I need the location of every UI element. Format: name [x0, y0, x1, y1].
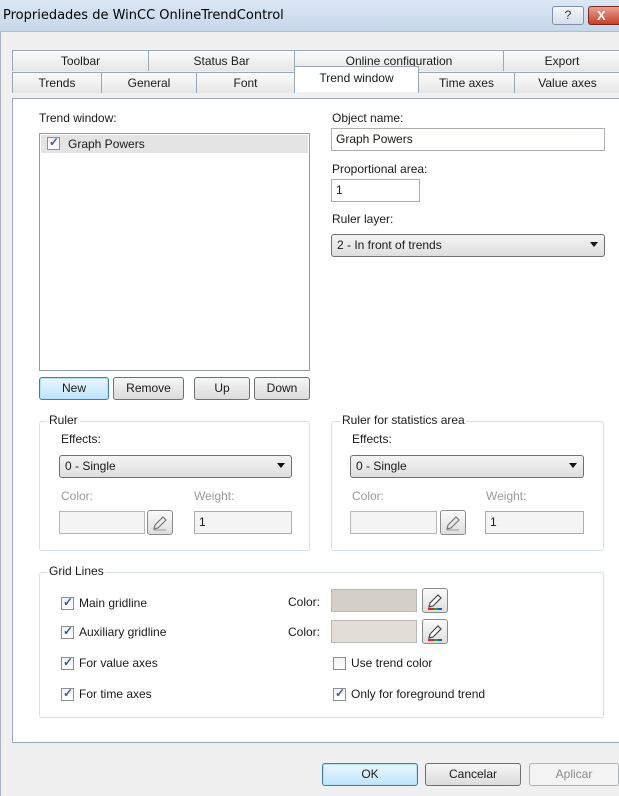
tab-toolbar[interactable]: Toolbar	[12, 50, 149, 71]
only-foreground-checkbox[interactable]: ✓	[333, 686, 346, 701]
tab-font[interactable]: Font	[196, 72, 295, 93]
cancel-button[interactable]: Cancelar	[425, 763, 521, 786]
ruler-weight-label: Weight:	[194, 489, 235, 503]
list-item-label: Graph Powers	[68, 137, 145, 151]
ruler-stats-group-title: Ruler for statistics area	[340, 413, 467, 427]
auxiliary-gridline-checkbox[interactable]: ✓	[61, 624, 74, 639]
auxiliary-gridline-color-swatch	[331, 620, 417, 643]
chevron-down-icon	[590, 242, 598, 247]
main-gridline-label: Main gridline	[79, 596, 148, 610]
title-bar: Propriedades de WinCC OnlineTrendControl…	[0, 0, 619, 32]
color-picker-icon	[153, 516, 167, 531]
close-button[interactable]: X	[588, 6, 619, 25]
trend-window-label: Trend window:	[39, 111, 117, 125]
window-title: Propriedades de WinCC OnlineTrendControl	[3, 8, 284, 23]
tab-export[interactable]: Export	[503, 50, 619, 71]
ruler-color-label: Color:	[61, 489, 94, 503]
ruler-layer-select[interactable]: 2 - In front of trends	[331, 234, 605, 257]
for-value-axes-label: For value axes	[79, 656, 158, 670]
color-picker-icon	[428, 625, 442, 641]
color-picker-icon	[428, 594, 442, 610]
ruler-effects-value: 0 - Single	[65, 459, 116, 473]
use-trend-color-label: Use trend color	[351, 656, 433, 670]
ruler-stats-color-picker-button[interactable]	[440, 510, 466, 535]
ruler-stats-effects-label: Effects:	[352, 432, 392, 446]
ruler-color-picker-button[interactable]	[147, 510, 173, 535]
main-gridline-checkbox[interactable]: ✓	[61, 595, 74, 610]
main-gridline-color-picker-button[interactable]	[422, 588, 448, 613]
grid-lines-group-title: Grid Lines	[47, 564, 106, 578]
help-button[interactable]: ?	[552, 6, 584, 25]
apply-button[interactable]: Aplicar	[529, 763, 619, 786]
for-value-axes-checkbox[interactable]: ✓	[61, 655, 74, 670]
ruler-stats-color-swatch	[350, 511, 437, 534]
ruler-layer-label: Ruler layer:	[332, 212, 394, 226]
up-button[interactable]: Up	[194, 377, 250, 400]
main-gridline-color-swatch	[331, 589, 417, 612]
ok-button[interactable]: OK	[322, 763, 418, 786]
proportional-area-label: Proportional area:	[332, 162, 428, 176]
ruler-color-swatch	[59, 511, 145, 534]
ruler-group-title: Ruler	[47, 413, 80, 427]
tab-value-axes[interactable]: Value axes	[514, 72, 619, 93]
chevron-down-icon	[569, 463, 577, 468]
ruler-stats-effects-select[interactable]: 0 - Single	[350, 455, 584, 478]
auxiliary-gridline-color-label: Color:	[288, 625, 321, 639]
trend-window-list[interactable]: ✓ Graph Powers	[39, 133, 310, 371]
chevron-down-icon	[277, 463, 285, 468]
tab-trend-window[interactable]: Trend window	[294, 66, 419, 92]
for-time-axes-checkbox[interactable]: ✓	[61, 686, 74, 701]
ruler-stats-weight-label: Weight:	[486, 489, 527, 503]
for-time-axes-label: For time axes	[79, 687, 152, 701]
ruler-stats-color-label: Color:	[352, 489, 385, 503]
ruler-layer-value: 2 - In front of trends	[337, 238, 442, 252]
tab-time-axes[interactable]: Time axes	[418, 72, 515, 93]
auxiliary-gridline-color-picker-button[interactable]	[422, 619, 448, 644]
use-trend-color-checkbox[interactable]	[333, 657, 346, 670]
list-item[interactable]: ✓ Graph Powers	[41, 135, 308, 153]
tab-general[interactable]: General	[101, 72, 197, 93]
main-gridline-color-label: Color:	[288, 595, 321, 609]
down-button[interactable]: Down	[254, 377, 310, 400]
only-foreground-label: Only for foreground trend	[351, 687, 486, 701]
tab-status-bar[interactable]: Status Bar	[148, 50, 295, 71]
ruler-effects-select[interactable]: 0 - Single	[59, 455, 292, 478]
ruler-weight-field[interactable]: 1	[194, 511, 292, 534]
ruler-stats-weight-field[interactable]: 1	[485, 511, 584, 534]
new-button[interactable]: New	[39, 377, 109, 400]
ruler-effects-label: Effects:	[61, 432, 101, 446]
tab-trends[interactable]: Trends	[12, 72, 102, 93]
color-picker-icon	[446, 516, 460, 531]
auxiliary-gridline-label: Auxiliary gridline	[79, 625, 167, 639]
list-item-checkbox[interactable]: ✓	[47, 135, 60, 150]
object-name-label: Object name:	[332, 111, 404, 125]
proportional-area-field[interactable]: 1	[331, 179, 420, 202]
ruler-stats-effects-value: 0 - Single	[356, 459, 407, 473]
remove-button[interactable]: Remove	[113, 377, 184, 400]
object-name-field[interactable]: Graph Powers	[331, 128, 605, 151]
